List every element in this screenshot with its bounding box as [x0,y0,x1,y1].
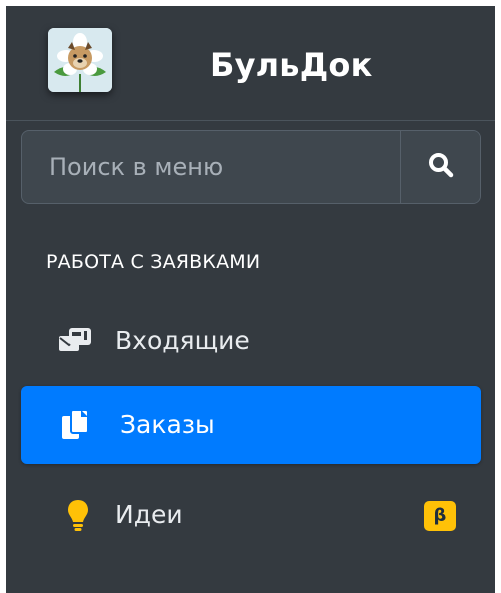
brand-name: БульДок [210,46,373,84]
search-icon [427,151,455,183]
search-input[interactable] [22,131,400,203]
brand-logo [48,28,112,92]
copy-icon [61,386,91,464]
nav-item-label: Идеи [115,500,183,529]
nav-item-label: Входящие [115,326,250,355]
search-button[interactable] [400,131,480,203]
nav-item-orders[interactable]: Заказы [21,386,481,464]
brand-link[interactable]: БульДок [6,6,495,121]
sidebar: БульДок РАБОТА С ЗАЯВКАМИ Входящие [6,6,495,593]
lightbulb-icon [66,476,90,554]
nav-section-header: РАБОТА С ЗАЯВКАМИ [46,251,261,273]
nav-item-label: Заказы [120,410,215,439]
nav-item-inbox[interactable]: Входящие [21,302,481,380]
mailbox-icon [57,302,93,380]
nav-item-ideas[interactable]: Идеи β [21,476,481,554]
sidebar-search [21,130,481,204]
beta-badge: β [424,501,456,531]
